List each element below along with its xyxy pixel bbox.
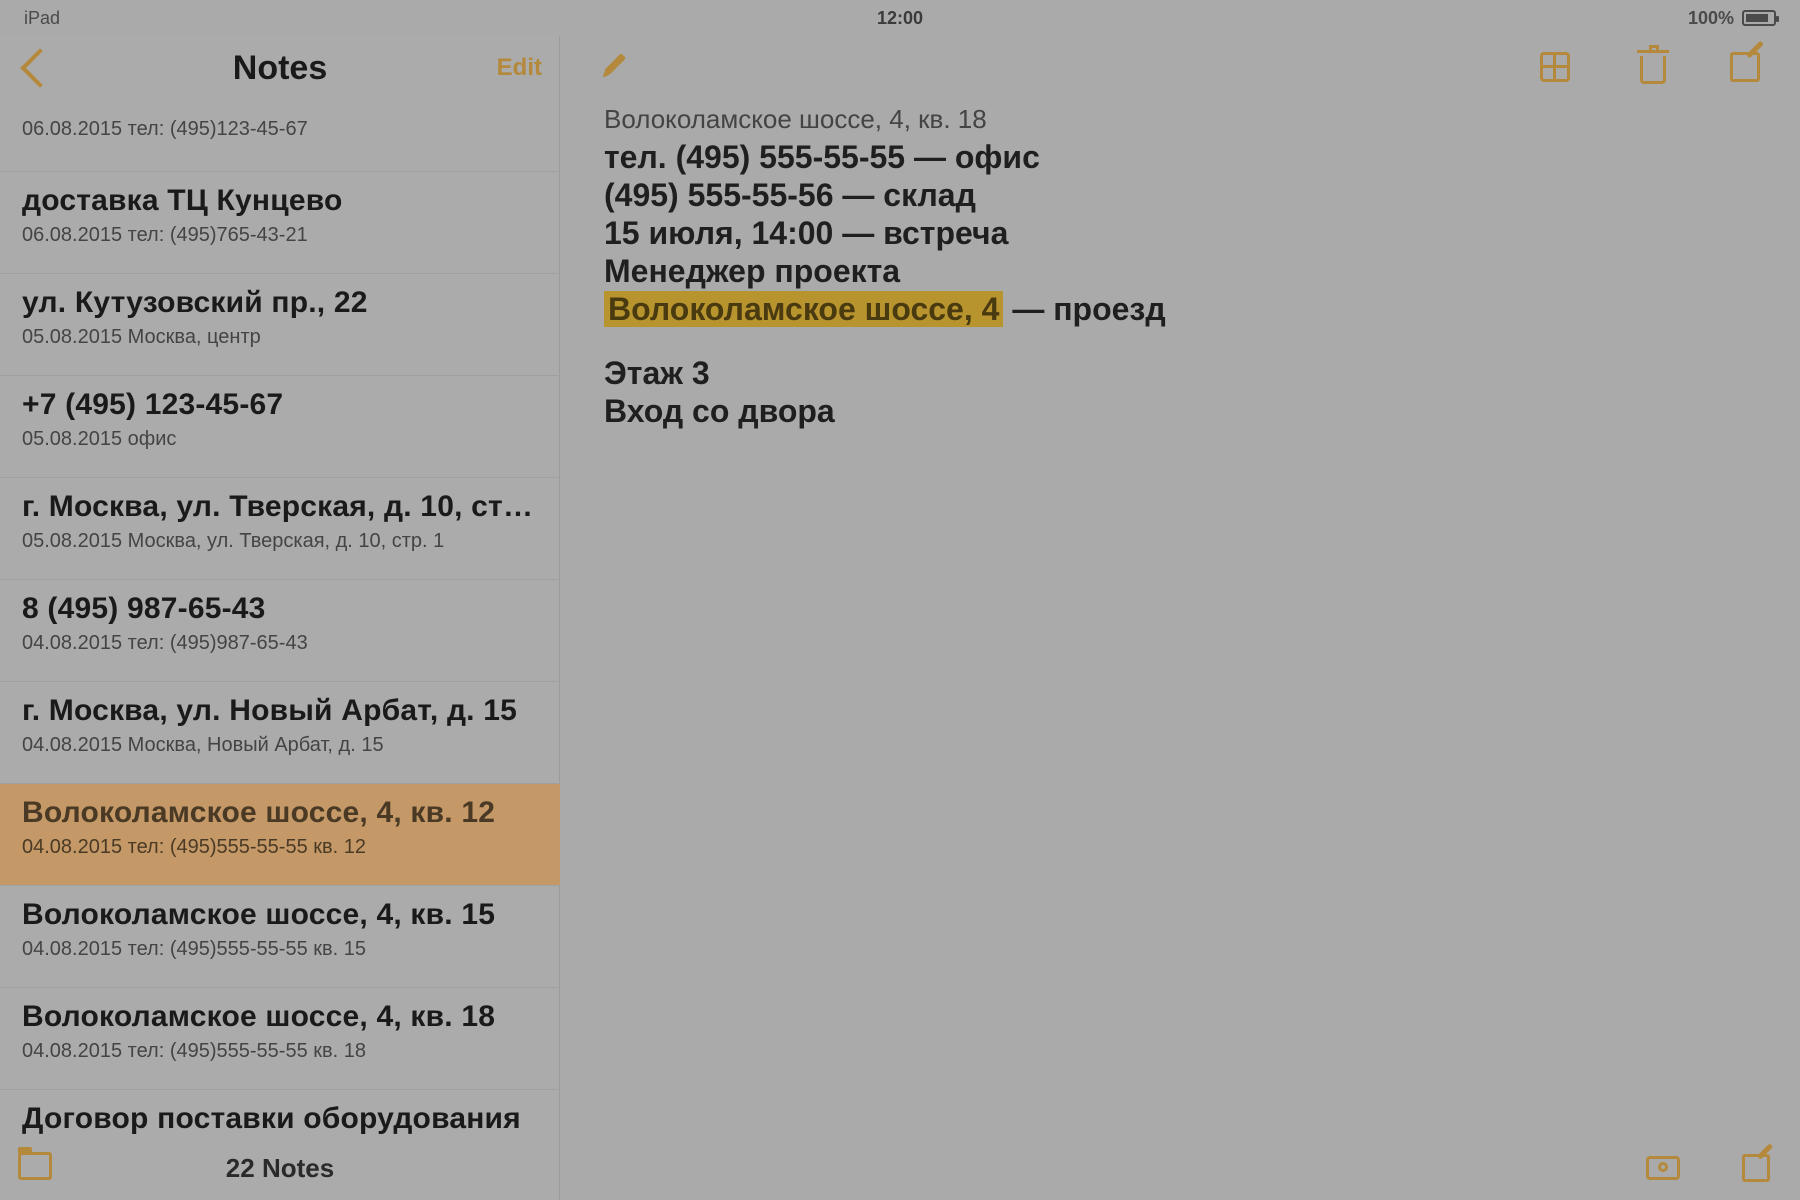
- note-line: 15 июля, 14:00 — встреча: [604, 215, 1009, 251]
- new-note-icon[interactable]: [1742, 1154, 1770, 1182]
- list-item-title: Договор поставки оборудования: [22, 1102, 521, 1135]
- list-item-subtitle: 04.08.2015 тел: (495)555-55-55 кв. 15: [22, 938, 366, 960]
- list-item[interactable]: доставка ТЦ Кунцево 06.08.2015 тел: (495…: [0, 172, 560, 274]
- note-spacer: [604, 328, 1704, 354]
- list-item-subtitle: 05.08.2015 офис: [22, 428, 177, 450]
- status-time: 12:00: [876, 8, 924, 28]
- note-line: (495) 555-55-56 — склад: [604, 177, 976, 213]
- list-item-subtitle: 04.08.2015 тел: (495)555-55-55 кв. 18: [22, 1040, 366, 1062]
- list-item[interactable]: 06.08.2015 тел: (495)123-45-67: [0, 100, 560, 172]
- list-item-subtitle: 05.08.2015 Москва, центр: [22, 326, 261, 348]
- grid-icon[interactable]: [1540, 52, 1570, 82]
- camera-icon[interactable]: [1646, 1156, 1680, 1180]
- folder-icon[interactable]: [18, 1147, 52, 1180]
- list-item-title: Волоколамское шоссе, 4, кв. 15: [22, 898, 496, 931]
- notes-app: iPad 12:00 100% Notes Edit 06.08.2015 те…: [0, 0, 1800, 1200]
- list-item-selected[interactable]: Волоколамское шоссе, 4, кв. 12 04.08.201…: [0, 784, 560, 886]
- list-item-subtitle: 05.08.2015 Москва, ул. Тверская, д. 10, …: [22, 530, 445, 552]
- note-line: Этаж 3: [604, 355, 710, 391]
- notes-count: 22 Notes: [225, 1152, 335, 1183]
- status-bar: iPad 12:00 100%: [0, 0, 1800, 36]
- note-line-suffix: — проезд: [1003, 291, 1166, 327]
- highlighted-text[interactable]: Волоколамское шоссе, 4: [604, 291, 1004, 327]
- list-item-title: Волоколамское шоссе, 4, кв. 12: [22, 796, 496, 829]
- list-item[interactable]: г. Москва, ул. Новый Арбат, д. 15 04.08.…: [0, 682, 560, 784]
- list-item[interactable]: Договор поставки оборудования: [0, 1090, 560, 1136]
- note-line: тел. (495) 555-55-55 — офис: [604, 139, 1040, 175]
- battery-icon: [1742, 10, 1779, 26]
- note-footer: [560, 1136, 1800, 1200]
- list-item[interactable]: 8 (495) 987-65-43 04.08.2015 тел: (495)9…: [0, 580, 560, 682]
- list-item-subtitle: 04.08.2015 тел: (495)555-55-55 кв. 12: [22, 836, 366, 858]
- list-item-subtitle: 04.08.2015 тел: (495)987-65-43: [22, 632, 308, 654]
- note-detail-pane: Волоколамское шоссе, 4, кв. 18 тел. (495…: [560, 36, 1800, 1200]
- note-toolbar: [560, 36, 1800, 100]
- list-item-subtitle: 06.08.2015 тел: (495)765-43-21: [22, 224, 308, 246]
- notes-list-footer: 22 Notes: [0, 1136, 560, 1200]
- list-item-title: 8 (495) 987-65-43: [22, 592, 266, 625]
- note-first-line: Волоколамское шоссе, 4, кв. 18: [604, 104, 987, 134]
- pencil-icon[interactable]: [594, 46, 634, 86]
- note-body[interactable]: Волоколамское шоссе, 4, кв. 18 тел. (495…: [604, 100, 1704, 430]
- list-item-title: г. Москва, ул. Тверская, д. 10, стр. 1: [22, 490, 538, 523]
- note-line-highlighted: Волоколамское шоссе, 4 — проезд: [604, 290, 1704, 328]
- list-item-title: г. Москва, ул. Новый Арбат, д. 15: [22, 694, 518, 727]
- edit-button[interactable]: Edit: [497, 54, 542, 82]
- list-item[interactable]: Волоколамское шоссе, 4, кв. 18 04.08.201…: [0, 988, 560, 1090]
- notes-list: 06.08.2015 тел: (495)123-45-67 доставка …: [0, 100, 560, 1136]
- list-item[interactable]: +7 (495) 123-45-67 05.08.2015 офис: [0, 376, 560, 478]
- note-line: Вход со двора: [604, 393, 835, 429]
- list-item[interactable]: Волоколамское шоссе, 4, кв. 15 04.08.201…: [0, 886, 560, 988]
- list-item-subtitle: 06.08.2015 тел: (495)123-45-67: [22, 118, 308, 140]
- list-item-title: Волоколамское шоссе, 4, кв. 18: [22, 1000, 496, 1033]
- note-line: Менеджер проекта: [604, 253, 901, 289]
- notes-list-pane: Notes Edit 06.08.2015 тел: (495)123-45-6…: [0, 36, 560, 1200]
- list-item[interactable]: ул. Кутузовский пр., 22 05.08.2015 Москв…: [0, 274, 560, 376]
- list-item-title: ул. Кутузовский пр., 22: [22, 286, 368, 319]
- list-item-title: +7 (495) 123-45-67: [22, 388, 284, 421]
- list-item[interactable]: г. Москва, ул. Тверская, д. 10, стр. 1 0…: [0, 478, 560, 580]
- notes-list-title: Notes: [232, 49, 328, 87]
- list-item-title: доставка ТЦ Кунцево: [22, 184, 343, 217]
- share-icon[interactable]: [1730, 52, 1760, 82]
- list-item-subtitle: 04.08.2015 Москва, Новый Арбат, д. 15: [22, 734, 384, 756]
- trash-icon[interactable]: [1637, 45, 1669, 84]
- notes-list-header: Notes Edit: [0, 36, 560, 100]
